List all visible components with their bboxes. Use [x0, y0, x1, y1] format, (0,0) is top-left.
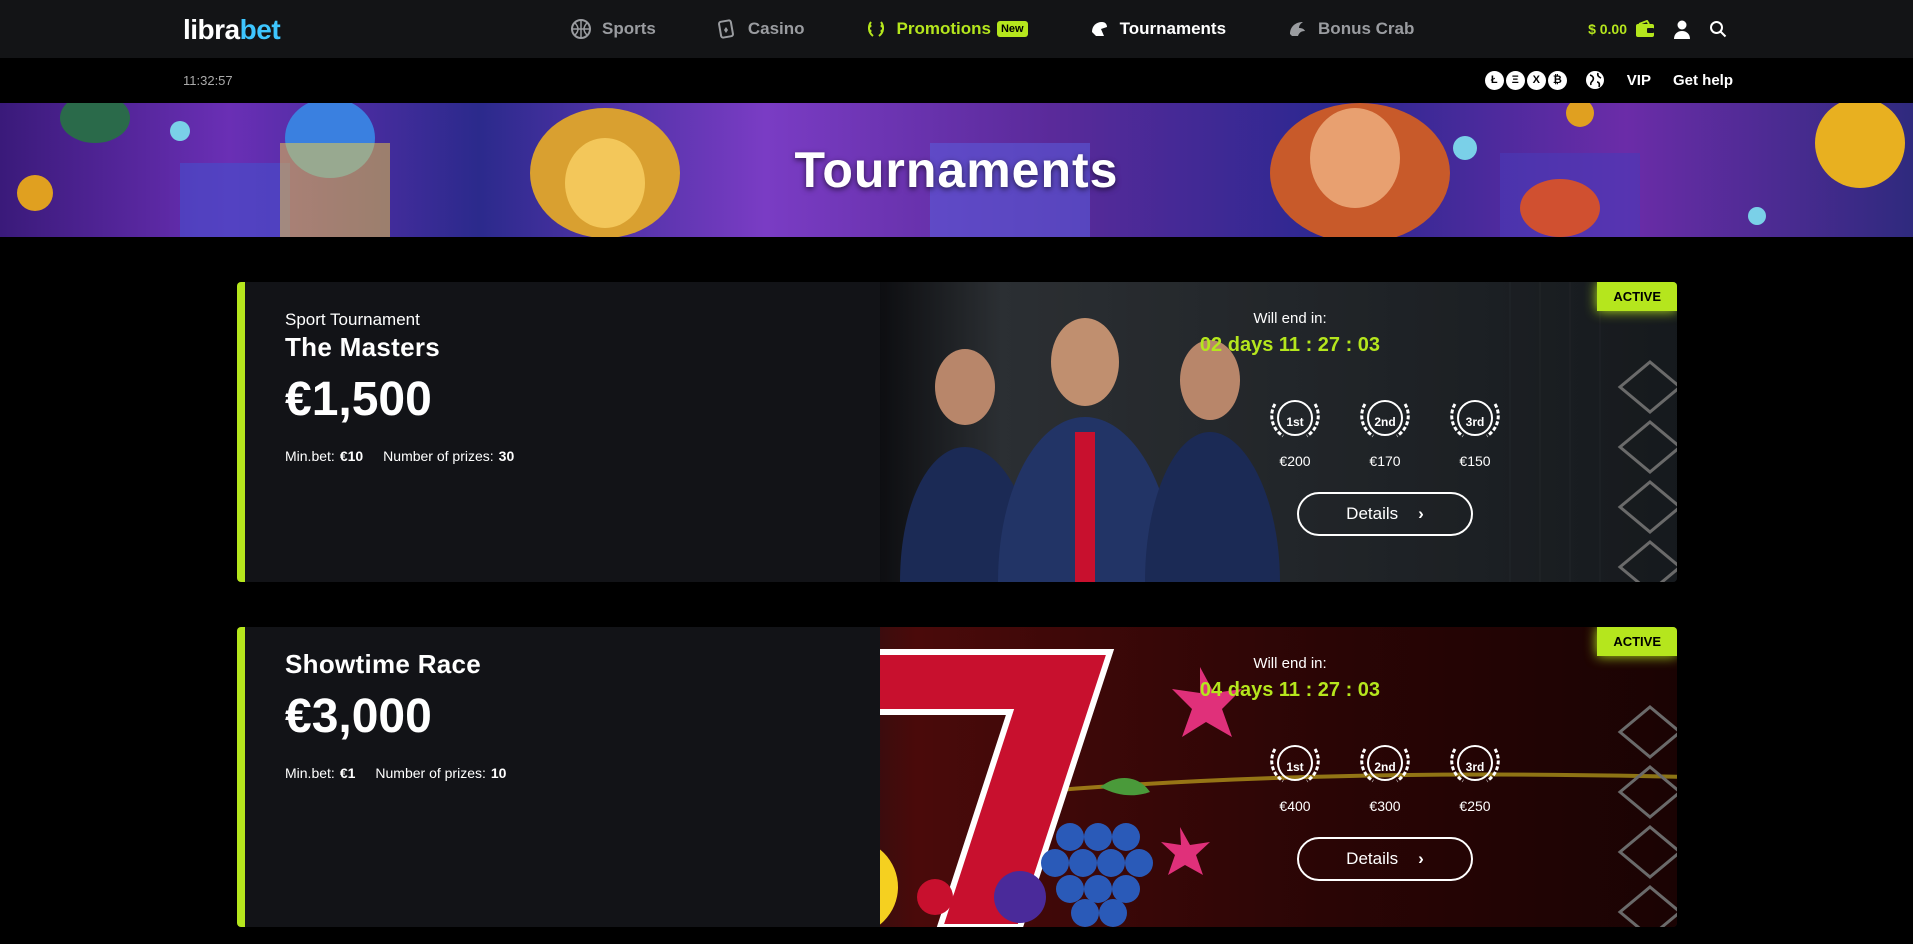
balance-amount[interactable]: $ 0.00: [1588, 21, 1627, 37]
place-amount: €200: [1279, 453, 1311, 469]
nav-tournaments[interactable]: Tournaments: [1088, 18, 1226, 40]
logo-text-bet: bet: [239, 14, 281, 45]
place-amount: €150: [1459, 453, 1491, 469]
litecoin-icon: Ł: [1484, 70, 1504, 90]
bitcoin-icon: ₿: [1547, 70, 1567, 90]
place-second: 2nd €170: [1355, 394, 1415, 469]
place-first: 1st €400: [1265, 739, 1325, 814]
nav-sports[interactable]: Sports: [570, 18, 656, 40]
details-label: Details: [1346, 504, 1399, 523]
min-bet-value: €1: [339, 765, 356, 781]
chevron-right-icon: ›: [1418, 849, 1424, 868]
prizes-count-value: 30: [498, 448, 515, 464]
librabet-logo[interactable]: librabet: [183, 14, 281, 46]
place-label: 1st: [1286, 760, 1304, 774]
cards-icon: [717, 19, 734, 39]
place-third: 3rd €150: [1445, 394, 1505, 469]
tournament-name: The Masters: [285, 332, 441, 362]
min-bet-value: €10: [339, 448, 364, 464]
prizes-count-label: Number of prizes:: [383, 448, 494, 464]
ripple-icon: X: [1526, 70, 1546, 90]
user-icon[interactable]: [1673, 19, 1691, 39]
nav-casino-label: Casino: [747, 19, 805, 38]
new-badge: New: [996, 21, 1028, 37]
place-amount: €300: [1369, 798, 1401, 814]
sub-bar: 11:32:57 Ł Ξ X ₿ VIP Get help: [0, 58, 1913, 103]
nav-sports-label: Sports: [602, 19, 656, 38]
countdown: 02 days 11 : 27 : 03: [1199, 334, 1381, 356]
page-title: Tournaments: [794, 142, 1119, 198]
vip-link[interactable]: VIP: [1627, 72, 1651, 89]
place-label: 3rd: [1465, 415, 1485, 429]
helmet-icon: [1091, 22, 1107, 36]
ethereum-icon: Ξ: [1505, 70, 1525, 90]
basketball-icon: [571, 19, 591, 39]
place-amount: €170: [1369, 453, 1401, 469]
prizes-count-label: Number of prizes:: [375, 765, 486, 781]
place-label: 3rd: [1465, 760, 1485, 774]
tournament-meta: Min.bet: €10 Number of prizes: 30: [285, 448, 514, 464]
sub-bar-right: Ł Ξ X ₿ VIP Get help: [1483, 68, 1733, 92]
prize-pool: €1,500: [285, 373, 432, 426]
place-second: 2nd €300: [1355, 739, 1415, 814]
details-button[interactable]: Details ›: [1297, 837, 1473, 881]
tournament-card: Showtime Race €3,000 Min.bet: €1 Number o…: [237, 627, 1677, 927]
get-help-link[interactable]: Get help: [1673, 72, 1733, 89]
crab-icon: [1290, 22, 1306, 36]
tournaments-banner: Tournaments: [0, 103, 1913, 237]
nav-tournaments-label: Tournaments: [1119, 19, 1227, 38]
main-nav: Sports Casino Promotions New Tournaments…: [570, 0, 1474, 58]
tournament-meta: Min.bet: €1 Number of prizes: 10: [285, 765, 506, 781]
status-badge: ACTIVE: [1597, 627, 1677, 656]
nav-promotions[interactable]: Promotions New: [865, 18, 1028, 40]
place-first: 1st €200: [1265, 394, 1325, 469]
chevron-right-icon: ›: [1418, 504, 1424, 523]
clock: 11:32:57: [183, 73, 233, 88]
top-navigation: librabet Sports Casino Promotions New To…: [0, 0, 1913, 58]
tournament-name: Showtime Race: [285, 649, 482, 679]
place-third: 3rd €250: [1445, 739, 1505, 814]
prize-places: 1st €400 2nd €300 3rd €250: [1265, 739, 1535, 814]
prize-pool: €3,000: [285, 690, 432, 743]
tournament-card: Sport Tournament The Masters €1,500 Min.…: [237, 282, 1677, 582]
details-label: Details: [1346, 849, 1399, 868]
search-icon[interactable]: [1709, 20, 1727, 38]
place-amount: €400: [1279, 798, 1311, 814]
nav-promotions-label: Promotions: [896, 19, 991, 38]
tournament-category: Sport Tournament: [285, 310, 420, 329]
nav-bonus-crab-label: Bonus Crab: [1318, 19, 1415, 38]
details-button[interactable]: Details ›: [1297, 492, 1473, 536]
place-amount: €250: [1459, 798, 1491, 814]
place-label: 2nd: [1374, 415, 1396, 429]
laurel-icon: [867, 21, 884, 37]
ends-label: Will end in:: [1253, 655, 1327, 672]
min-bet-label: Min.bet:: [285, 765, 335, 781]
nav-bonus-crab[interactable]: Bonus Crab: [1286, 18, 1414, 40]
min-bet-label: Min.bet:: [285, 448, 335, 464]
place-label: 1st: [1286, 415, 1304, 429]
globe-icon[interactable]: [1585, 70, 1605, 90]
prizes-count-value: 10: [490, 765, 507, 781]
prize-places: 1st €200 2nd €170 3rd €150: [1265, 394, 1535, 469]
wallet-icon[interactable]: [1635, 20, 1655, 38]
account-area: $ 0.00: [1588, 0, 1727, 58]
countdown: 04 days 11 : 27 : 03: [1199, 679, 1381, 701]
status-badge: ACTIVE: [1597, 282, 1677, 311]
place-label: 2nd: [1374, 760, 1396, 774]
nav-casino[interactable]: Casino: [716, 18, 805, 40]
logo-text-libra: libra: [183, 14, 240, 45]
ends-label: Will end in:: [1253, 310, 1327, 327]
